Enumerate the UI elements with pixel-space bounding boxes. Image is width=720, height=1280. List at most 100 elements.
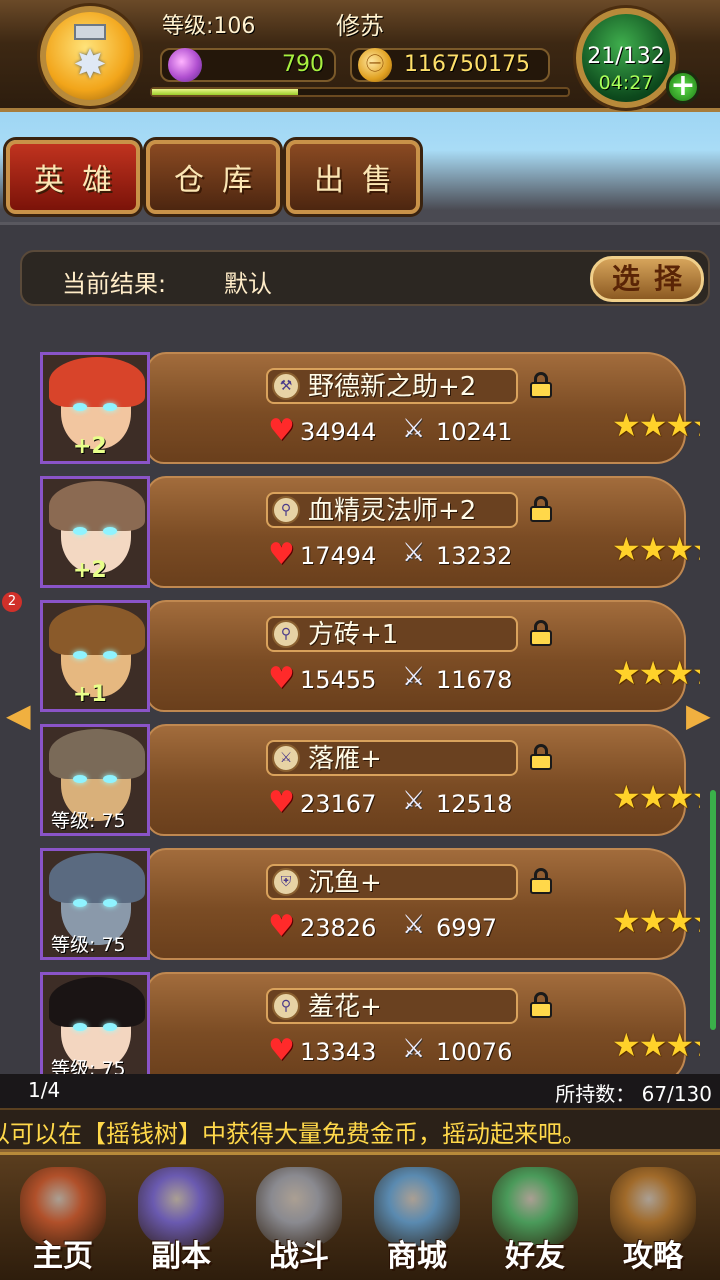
hero-row[interactable]: ⚒ 野德新之助+2 ♥34944 ⚔ 10241 ★★★★★ +2 — [40, 352, 700, 464]
tab-sell[interactable]: 出售 — [286, 140, 420, 214]
coin-counter[interactable]: ㊀ 116750175 — [350, 48, 550, 82]
hero-row[interactable]: ⚔落雁+♥23167⚔12518★★★★★等级: 75 — [40, 724, 700, 836]
arrow-right-icon[interactable]: ▶ — [686, 696, 711, 734]
nav-button[interactable]: 战斗 — [244, 1163, 354, 1279]
select-button[interactable]: 选择 — [590, 256, 704, 302]
crossed-swords-icon: ⚔ — [402, 1034, 426, 1064]
nav-button[interactable]: 好友 — [480, 1163, 590, 1279]
shield-icon: ⛨ — [272, 868, 300, 896]
hero-name-box: ⚲ 方砖+1 — [266, 616, 518, 652]
owned-count: 所持数： 67/130 — [555, 1078, 712, 1107]
crossed-swords-icon: ⚔ — [402, 414, 426, 444]
swords-icon: ⚔ — [272, 744, 300, 772]
crossed-swords-icon: ⚔ — [402, 910, 426, 940]
hero-hair — [49, 481, 145, 531]
hero-list[interactable]: ⚒野德新之助+2♥34944⚔10241★★★★★+2⚲血精灵法师+2♥1749… — [0, 318, 700, 1074]
lock-icon[interactable] — [530, 372, 552, 398]
hero-attack: 10241 — [436, 418, 513, 446]
lock-icon[interactable] — [530, 868, 552, 894]
top-status-bar: ✸ 等级:106 修苏 790 ㊀ 116750175 21/132 04:27… — [0, 0, 720, 112]
hero-eyes — [73, 1023, 123, 1033]
lock-icon[interactable] — [530, 744, 552, 770]
hero-attack: 13232 — [436, 542, 513, 570]
arrow-left-icon[interactable]: ◀ — [6, 696, 31, 734]
hero-eyes — [73, 651, 123, 661]
hero-row[interactable]: ⚲ 羞花+ ♥13343 ⚔ 10076 ★★★★★ 等级: 75 — [40, 972, 700, 1074]
hero-name: 沉鱼+ — [308, 868, 382, 898]
lock-icon[interactable] — [530, 620, 552, 646]
hero-card[interactable]: ⚲ 方砖+1 ♥15455 ⚔ 11678 ★★★★★ — [146, 600, 700, 712]
lock-icon[interactable] — [530, 496, 552, 522]
hero-name: 血精灵法师+2 — [308, 496, 477, 526]
hero-portrait[interactable]: +1 — [40, 600, 150, 712]
coin-value: 116750175 — [404, 52, 530, 77]
nav-button[interactable]: 攻略 — [598, 1163, 708, 1279]
nav-button[interactable]: 主页 — [8, 1163, 118, 1279]
hero-eyes — [73, 403, 123, 413]
star-rating: ★★★★★ — [612, 1026, 700, 1064]
hero-portrait[interactable]: 等级: 75 — [40, 848, 150, 960]
hero-eyes — [73, 775, 123, 785]
notification-badge: 2 — [2, 592, 22, 612]
nav-label: 主页 — [33, 1239, 93, 1274]
owned-value: 67/130 — [641, 1082, 712, 1106]
hero-eyes — [73, 527, 123, 537]
star-rating: ★★★★★ — [612, 406, 700, 444]
hero-hp: 15455 — [300, 666, 377, 694]
hero-badge: 等级: 75 — [51, 1058, 126, 1074]
rank-medal-icon[interactable]: ✸ — [40, 6, 140, 106]
hero-hp: 13343 — [300, 1038, 377, 1066]
hero-portrait[interactable]: +2 — [40, 352, 150, 464]
hero-card[interactable]: ⚲ 羞花+ ♥13343 ⚔ 10076 ★★★★★ — [146, 972, 700, 1074]
gem-value: 790 — [282, 52, 324, 77]
heart-icon: ♥ — [268, 1033, 295, 1068]
hero-card[interactable]: ⛨ 沉鱼+ ♥23826 ⚔ 6997 ★★★★★ — [146, 848, 700, 960]
star-rating: ★★★★★ — [612, 654, 700, 692]
heart-icon: ♥ — [268, 537, 295, 572]
hero-hair — [49, 729, 145, 779]
hero-row[interactable]: ⚲ 血精灵法师+2 ♥17494 ⚔ 13232 ★★★★★ +2 — [40, 476, 700, 588]
hero-badge: 等级: 75 — [51, 934, 126, 956]
star-rating: ★★★★★ — [612, 778, 700, 816]
stamina-timer: 04:27 — [598, 72, 654, 94]
hero-attack: 11678 — [436, 666, 513, 694]
hero-hp: 34944 — [300, 418, 377, 446]
gem-counter[interactable]: 790 — [160, 48, 336, 82]
experience-bar — [150, 87, 570, 97]
announcement-ticker: 以可以在【摇钱树】中获得大量免费金币，摇动起来吧。 — [0, 1108, 720, 1152]
hero-hp: 23167 — [300, 790, 377, 818]
hammer-icon: ⚒ — [272, 372, 300, 400]
pager-bar: 1/4 所持数： 67/130 — [0, 1074, 720, 1108]
hero-badge: +2 — [73, 434, 107, 459]
list-scrollbar[interactable] — [710, 790, 716, 1030]
hero-card[interactable]: ⚲ 血精灵法师+2 ♥17494 ⚔ 13232 ★★★★★ — [146, 476, 700, 588]
hero-card[interactable]: ⚔落雁+♥23167⚔12518★★★★★ — [146, 724, 700, 836]
staff-icon: ⚲ — [272, 496, 300, 524]
hero-row[interactable]: ⛨ 沉鱼+ ♥23826 ⚔ 6997 ★★★★★ 等级: 75 — [40, 848, 700, 960]
hero-hair — [49, 977, 145, 1027]
heart-icon: ♥ — [268, 785, 295, 820]
ticker-text: 以可以在【摇钱树】中获得大量免费金币，摇动起来吧。 — [0, 1120, 586, 1148]
page-number: 1/4 — [28, 1078, 61, 1102]
nav-button[interactable]: 副本 — [126, 1163, 236, 1279]
crossed-swords-icon: ⚔ — [402, 538, 426, 568]
hero-eyes — [73, 899, 123, 909]
hero-row[interactable]: ⚲ 方砖+1 ♥15455 ⚔ 11678 ★★★★★ +1 — [40, 600, 700, 712]
hero-hair — [49, 853, 145, 903]
hero-name-box: ⚔ 落雁+ — [266, 740, 518, 776]
bottom-navigation: 主页 副本 战斗 商城 好友 攻略 — [0, 1152, 720, 1280]
hero-badge: +1 — [73, 682, 107, 707]
lock-icon[interactable] — [530, 992, 552, 1018]
stamina-orb[interactable]: 21/132 04:27 — [576, 8, 676, 108]
tab-warehouse[interactable]: 仓库 — [146, 140, 280, 214]
hero-hp: 23826 — [300, 914, 377, 942]
hero-card[interactable]: ⚒ 野德新之助+2 ♥34944 ⚔ 10241 ★★★★★ — [146, 352, 700, 464]
hero-portrait[interactable]: 等级: 75 — [40, 972, 150, 1074]
star-rating: ★★★★★ — [612, 530, 700, 568]
nav-button[interactable]: 商城 — [362, 1163, 472, 1279]
add-stamina-button[interactable]: + — [666, 70, 700, 104]
hero-portrait[interactable]: +2 — [40, 476, 150, 588]
hero-portrait[interactable]: 等级: 75 — [40, 724, 150, 836]
gem-icon — [168, 48, 202, 82]
tab-hero[interactable]: 英雄 — [6, 140, 140, 214]
